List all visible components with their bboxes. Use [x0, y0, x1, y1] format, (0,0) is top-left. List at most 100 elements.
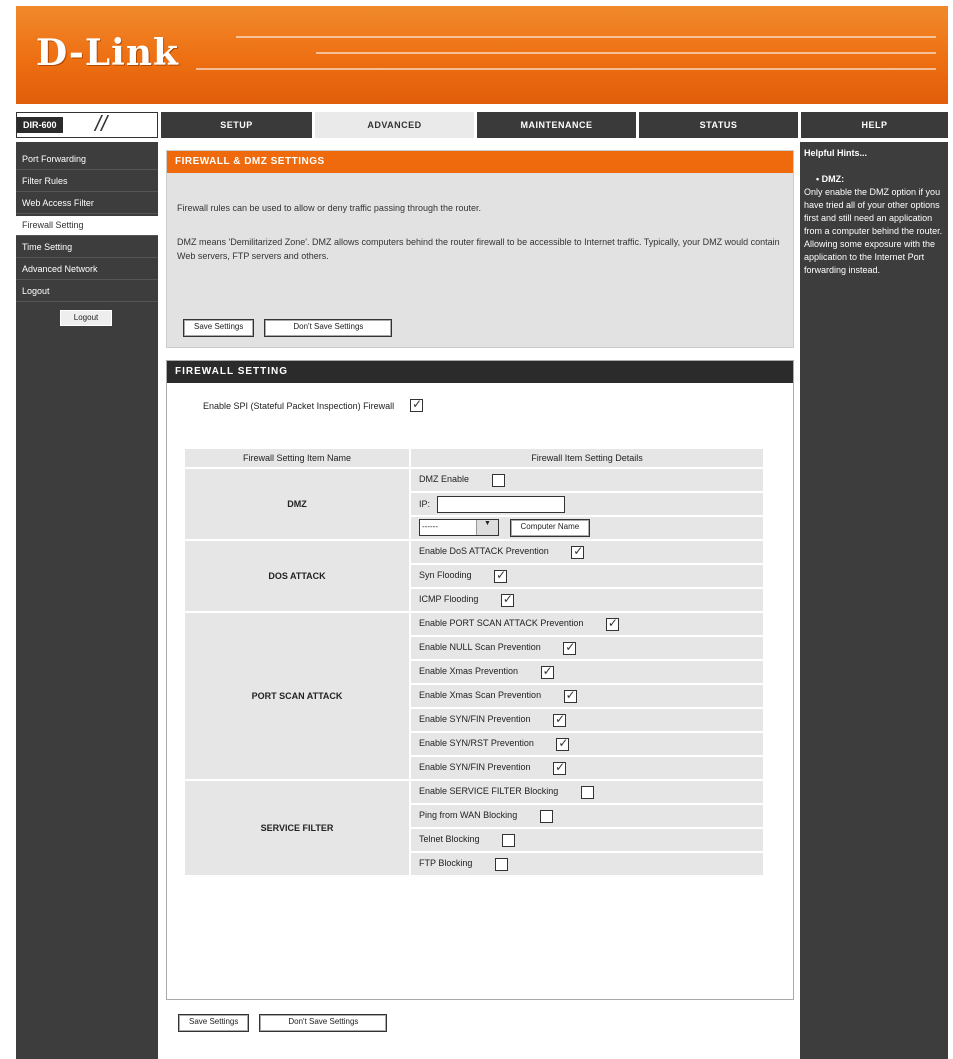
sidebar-item-port-forwarding[interactable]: Port Forwarding	[16, 150, 158, 170]
banner-streak	[316, 52, 936, 54]
table-row: Syn Flooding	[409, 563, 765, 589]
table-row: DMZ Enable	[409, 467, 765, 493]
item-label: DMZ Enable	[419, 474, 470, 485]
dont-save-settings-button[interactable]: Don't Save Settings	[259, 1014, 388, 1032]
intro-text: DMZ means 'Demilitarized Zone'. DMZ allo…	[177, 237, 780, 261]
tab-help[interactable]: HELP	[798, 112, 948, 138]
xmas-scan-checkbox[interactable]	[563, 688, 577, 703]
column-header: Firewall Setting Item Name	[183, 447, 411, 469]
help-panel: Helpful Hints... • DMZ: Only enable the …	[800, 142, 948, 1059]
dos-prevention-checkbox[interactable]	[571, 544, 585, 559]
button-group: Save Settings Don't Save Settings	[178, 1014, 388, 1032]
nav-row: DIR-600 // SETUP ADVANCED MAINTENANCE ST…	[16, 111, 948, 138]
item-label: Enable Xmas Scan Prevention	[419, 690, 542, 701]
table-row: Enable PORT SCAN ATTACK Prevention	[409, 611, 765, 637]
item-label: Telnet Blocking	[419, 834, 480, 845]
tab-advanced[interactable]: ADVANCED	[312, 112, 474, 138]
firewall-setting-section: FIREWALL SETTING Enable SPI (Stateful Pa…	[166, 360, 794, 1000]
save-settings-button[interactable]: Save Settings	[178, 1014, 250, 1032]
header-banner: D-Link	[16, 6, 948, 104]
dlink-logo: D-Link	[36, 32, 179, 74]
dont-save-settings-button[interactable]: Don't Save Settings	[264, 319, 393, 337]
sidebar-item-logout[interactable]: Logout	[16, 282, 158, 302]
dropdown-arrow-icon: ▼	[476, 519, 498, 535]
sidebar-item-advanced-network[interactable]: Advanced Network	[16, 260, 158, 280]
group-label-service-filter: SERVICE FILTER	[183, 779, 411, 877]
slash-decoration: //	[95, 111, 108, 136]
item-label: Enable DoS ATTACK Prevention	[419, 546, 549, 557]
banner-streak	[196, 68, 936, 70]
main-content: FIREWALL & DMZ SETTINGS Firewall rules c…	[160, 142, 797, 1059]
column-header: Firewall Item Setting Details	[409, 447, 765, 469]
sidebar: Port Forwarding Filter Rules Web Access …	[16, 142, 158, 1059]
ping-wan-checkbox[interactable]	[539, 809, 553, 823]
tab-maintenance[interactable]: MAINTENANCE	[474, 112, 636, 138]
tab-status[interactable]: STATUS	[636, 112, 798, 138]
service-filter-checkbox[interactable]	[580, 785, 594, 799]
table-row: Enable DoS ATTACK Prevention	[409, 539, 765, 565]
telnet-checkbox[interactable]	[502, 833, 516, 847]
table-row: Enable SYN/FIN Prevention	[409, 755, 765, 781]
sidebar-item-time-setting[interactable]: Time Setting	[16, 238, 158, 258]
item-label: Enable PORT SCAN ATTACK Prevention	[419, 618, 584, 629]
tab-setup[interactable]: SETUP	[158, 112, 312, 138]
save-settings-button[interactable]: Save Settings	[183, 319, 255, 337]
table-row: ICMP Flooding	[409, 587, 765, 613]
help-title: Helpful Hints...	[804, 148, 867, 158]
item-label: Enable SYN/FIN Prevention	[419, 714, 531, 725]
select-value: ------	[422, 521, 438, 531]
table-row: Telnet Blocking	[409, 827, 765, 853]
intro-text: Firewall rules can be used to allow or d…	[177, 203, 482, 213]
item-label: Enable SYN/FIN Prevention	[419, 762, 531, 773]
syn-rst-checkbox[interactable]	[556, 736, 570, 751]
table-row: IP:	[409, 491, 765, 517]
table-row: Enable SERVICE FILTER Blocking	[409, 779, 765, 805]
section-title: FIREWALL & DMZ SETTINGS	[167, 151, 793, 173]
sidebar-item-web-access-filter[interactable]: Web Access Filter	[16, 194, 158, 214]
xmas-checkbox[interactable]	[540, 664, 554, 679]
item-label: Ping from WAN Blocking	[419, 810, 518, 821]
port-scan-checkbox[interactable]	[605, 616, 619, 631]
item-label: ICMP Flooding	[419, 594, 479, 605]
icmp-flooding-checkbox[interactable]	[500, 592, 514, 607]
button-group: Save Settings Don't Save Settings	[183, 319, 393, 337]
sidebar-item-filter-rules[interactable]: Filter Rules	[16, 172, 158, 192]
section-title: FIREWALL SETTING	[167, 361, 793, 383]
enable-spi-checkbox[interactable]	[410, 397, 424, 412]
firewall-dmz-section: FIREWALL & DMZ SETTINGS Firewall rules c…	[166, 150, 794, 348]
null-scan-checkbox[interactable]	[563, 640, 577, 655]
table-row: Enable SYN/FIN Prevention	[409, 707, 765, 733]
table-row: ------ ▼ Computer Name	[409, 515, 765, 541]
dmz-enable-checkbox[interactable]	[491, 473, 505, 487]
dmz-ip-input[interactable]	[436, 495, 565, 513]
ip-label: IP:	[419, 498, 431, 509]
syn-flooding-checkbox[interactable]	[494, 568, 508, 583]
logout-button[interactable]: Logout	[60, 310, 112, 326]
item-label: FTP Blocking	[419, 858, 473, 869]
sidebar-item-firewall-setting[interactable]: Firewall Setting	[16, 216, 158, 236]
syn-fin-checkbox[interactable]	[553, 712, 567, 727]
item-label: Enable SERVICE FILTER Blocking	[419, 786, 559, 797]
computer-name-button[interactable]: Computer Name	[509, 519, 591, 538]
enable-spi-label: Enable SPI (Stateful Packet Inspection) …	[203, 400, 395, 411]
table-row: FTP Blocking	[409, 851, 765, 877]
table-row: Enable SYN/RST Prevention	[409, 731, 765, 757]
group-label-dmz: DMZ	[183, 467, 411, 541]
firewall-table: Firewall Setting Item Name Firewall Item…	[183, 447, 765, 877]
help-text: Only enable the DMZ option if you have t…	[804, 187, 943, 275]
table-row: Enable Xmas Scan Prevention	[409, 683, 765, 709]
item-label: Syn Flooding	[419, 570, 472, 581]
table-row: Enable Xmas Prevention	[409, 659, 765, 685]
model-label: DIR-600	[17, 117, 63, 133]
computer-select[interactable]: ------ ▼	[419, 518, 499, 536]
syn-fin-2-checkbox[interactable]	[553, 760, 567, 775]
help-item-title: • DMZ:	[816, 174, 845, 184]
item-label: Enable SYN/RST Prevention	[419, 738, 534, 749]
table-row: Enable NULL Scan Prevention	[409, 635, 765, 661]
ftp-checkbox[interactable]	[494, 857, 508, 871]
router-admin-page: D-Link DIR-600 // SETUP ADVANCED MAINTEN…	[0, 0, 953, 1059]
enable-spi-row: Enable SPI (Stateful Packet Inspection) …	[203, 397, 424, 412]
item-label: Enable Xmas Prevention	[419, 666, 519, 677]
model-box: DIR-600 //	[16, 111, 158, 138]
item-label: Enable NULL Scan Prevention	[419, 642, 541, 653]
